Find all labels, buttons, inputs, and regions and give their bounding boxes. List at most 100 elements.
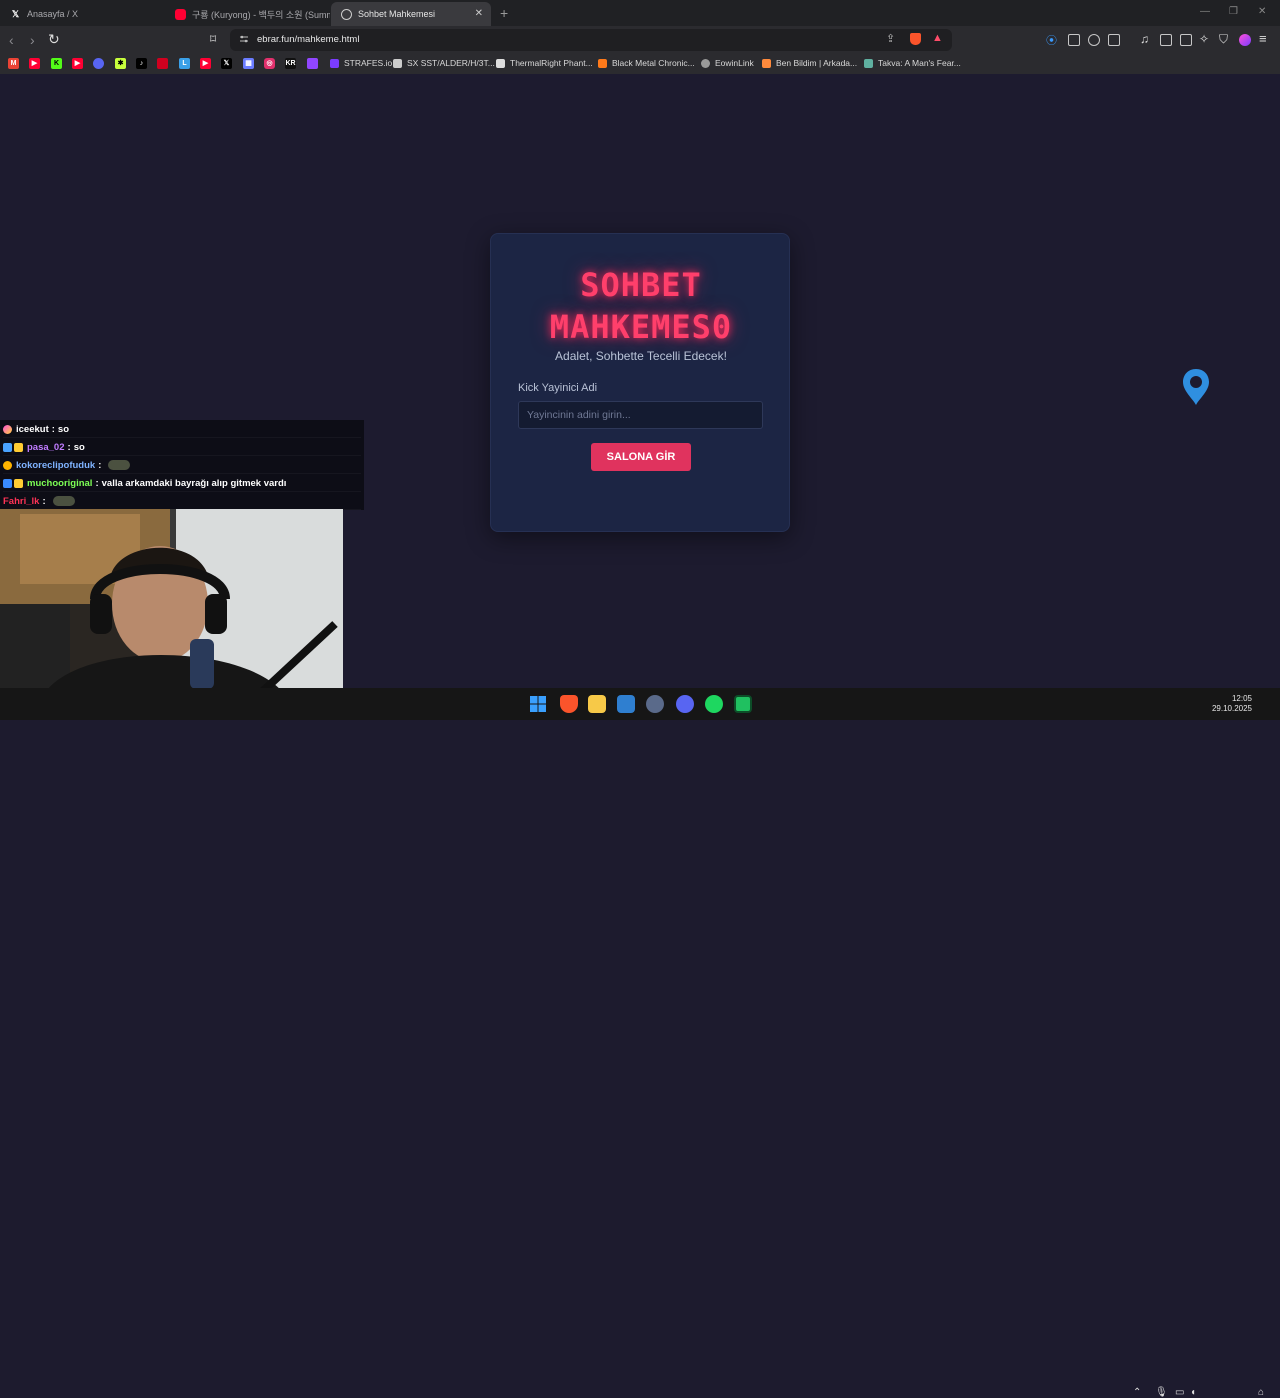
tab-youtube[interactable]: 구룡 (Kuryong) - 백두의 소원 (Summ xyxy=(165,2,330,26)
youtube-bookmark-icon[interactable]: ▶ xyxy=(29,58,40,69)
bookmark-strafes[interactable]: STRAFES.io xyxy=(330,58,392,68)
microphone-icon[interactable]: 🎙︎ xyxy=(1155,1387,1168,1398)
chat-message: kokoreclipofuduk : xyxy=(3,457,361,474)
extension-1-icon[interactable] xyxy=(1068,34,1080,46)
file-explorer-icon[interactable] xyxy=(588,695,606,713)
settings-icon[interactable] xyxy=(646,695,664,713)
spotify-icon[interactable] xyxy=(705,695,723,713)
streamer-name-input[interactable] xyxy=(518,401,763,429)
badge-icon xyxy=(3,442,12,452)
wallet-signal-icon[interactable]: ⦿ xyxy=(1046,32,1057,48)
sidebar-icon[interactable] xyxy=(1160,34,1172,46)
back-icon[interactable]: ‹ xyxy=(9,32,14,48)
chat-username: kokoreclipofuduk xyxy=(16,459,96,471)
music-icon[interactable]: ♫ xyxy=(1140,32,1149,46)
instagram-icon[interactable]: ◎ xyxy=(264,58,275,69)
bookmark-page-icon xyxy=(393,58,402,68)
brave-rewards-icon[interactable]: ▲ xyxy=(932,32,943,44)
minimize-icon[interactable]: — xyxy=(1200,6,1210,17)
extension-2-icon[interactable] xyxy=(1108,34,1120,46)
bookmark-grid-icon[interactable]: ▦ xyxy=(243,58,254,69)
tab-sohbet-mahkemesi[interactable]: Sohbet Mahkemesi ✕ xyxy=(331,2,491,26)
chat-username: Fahri_lk xyxy=(3,495,40,507)
close-tab-icon[interactable]: ✕ xyxy=(475,8,483,19)
youtube-music-icon[interactable]: ▶ xyxy=(72,58,83,69)
chat-separator: : xyxy=(95,477,99,489)
bookmark-label: SX SST/ALDER/H/3T... xyxy=(407,58,495,68)
youtube-icon xyxy=(175,8,186,20)
share-icon[interactable]: ⇪ xyxy=(886,32,895,45)
chat-separator: : xyxy=(51,423,55,435)
close-window-icon[interactable]: ✕ xyxy=(1258,6,1266,17)
bookmark-red-icon[interactable] xyxy=(157,58,168,69)
tiktok-icon[interactable]: ♪ xyxy=(136,58,147,69)
leo-icon[interactable]: ✧ xyxy=(1199,32,1209,46)
notifications-icon[interactable]: ⌂ xyxy=(1258,1387,1264,1398)
chat-message: muchooriginal : valla arkamdaki bayrağı … xyxy=(3,475,361,492)
youtube-bookmark-2-icon[interactable]: ▶ xyxy=(200,58,211,69)
extensions-icon[interactable] xyxy=(1088,34,1100,46)
tray-chevron-icon[interactable]: ⌃ xyxy=(1133,1387,1141,1398)
title-line-1: SOHBET xyxy=(580,266,702,304)
chat-emote-icon xyxy=(108,460,131,470)
tab-x-home[interactable]: 𝕏 Anasayfa / X xyxy=(0,2,165,26)
clock-date: 29.10.2025 xyxy=(1211,704,1252,713)
strafes-icon xyxy=(330,58,339,68)
tab-label: 구룡 (Kuryong) - 백두의 소원 (Summ xyxy=(192,9,330,20)
windows-start-icon[interactable] xyxy=(529,695,547,713)
bookmark-sst[interactable]: SX SST/ALDER/H/3T... xyxy=(393,58,495,68)
bookmarks-bar: M ▶ K ▶ ✱ ♪ L ▶ 𝕏 ▦ ◎ KR STRAFES.io SX S… xyxy=(0,54,1280,74)
brave-shields-icon[interactable] xyxy=(910,33,921,45)
windows-taskbar: ⌃ 🎙︎ ▭ ◖ ⌂ xyxy=(0,688,1280,1398)
chat-separator: : xyxy=(98,459,102,471)
enter-room-button[interactable]: SALONA GİR xyxy=(591,443,691,471)
bookmark-l-icon[interactable]: L xyxy=(179,58,190,69)
bookmark-x-icon[interactable]: ✱ xyxy=(115,58,126,69)
webcam-overlay xyxy=(0,509,343,703)
gmail-icon[interactable]: M xyxy=(8,58,19,69)
bookmark-thermalright[interactable]: ThermalRight Phant... xyxy=(496,58,593,68)
bookmark-icon[interactable]: ⌑ xyxy=(210,32,216,46)
tab-label: Anasayfa / X xyxy=(27,9,79,19)
discord-icon[interactable] xyxy=(676,695,694,713)
bookmark-page-icon xyxy=(762,58,771,68)
forward-icon[interactable]: › xyxy=(30,32,35,48)
photos-icon[interactable] xyxy=(617,695,635,713)
vpn-icon[interactable]: ⛉ xyxy=(1219,32,1228,47)
bookmark-page-icon xyxy=(864,58,873,68)
kick-icon[interactable]: K xyxy=(51,58,62,69)
wallet-icon[interactable] xyxy=(1180,34,1192,46)
chat-username: iceekut xyxy=(16,423,49,435)
twitch-icon[interactable] xyxy=(307,58,318,69)
map-pin-icon[interactable] xyxy=(1181,367,1211,407)
streamer-name-label: Kick Yayinici Adi xyxy=(518,382,598,394)
address-bar[interactable]: ebrar.fun/mahkeme.html ⇪ ▲ xyxy=(230,29,952,51)
bookmark-black-metal[interactable]: Black Metal Chronic... xyxy=(598,58,695,68)
chat-username: pasa_02 xyxy=(27,441,65,453)
bookmark-takva[interactable]: Takva: A Man's Fear... xyxy=(864,58,961,68)
bookmark-kr-icon[interactable]: KR xyxy=(285,58,296,69)
profile-icon[interactable] xyxy=(1239,34,1251,46)
new-tab-button[interactable]: + xyxy=(500,5,508,21)
bookmark-eowinlink[interactable]: EowinLink xyxy=(701,58,754,68)
chat-text: so xyxy=(73,441,85,453)
obs-app-icon[interactable] xyxy=(734,695,752,713)
bookmark-label: EowinLink xyxy=(715,58,754,68)
crown-badge-icon xyxy=(14,442,23,452)
x-logo-icon: 𝕏 xyxy=(11,8,20,19)
app-bookmark-icon[interactable] xyxy=(93,58,104,69)
bookmark-label: STRAFES.io xyxy=(344,58,393,68)
x-bookmark-icon[interactable]: 𝕏 xyxy=(221,58,232,69)
bookmark-ben-bildim[interactable]: Ben Bildim | Arkada... xyxy=(762,58,857,68)
browser-tab-bar: 𝕏 Anasayfa / X 구룡 (Kuryong) - 백두의 소원 (Su… xyxy=(0,0,1280,26)
menu-icon[interactable]: ≡ xyxy=(1259,31,1267,46)
maximize-icon[interactable]: ❐ xyxy=(1229,6,1238,17)
tab-label: Sohbet Mahkemesi xyxy=(358,9,436,19)
reload-icon[interactable]: ↻ xyxy=(48,31,60,48)
site-settings-icon[interactable] xyxy=(239,34,249,44)
taskbar-clock[interactable]: 12:05 29.10.2025 xyxy=(1206,694,1252,714)
network-icon[interactable]: ▭ xyxy=(1175,1387,1184,1398)
chat-username: muchooriginal xyxy=(27,477,93,489)
volume-icon[interactable]: ◖ xyxy=(1190,1387,1196,1398)
brave-browser-icon[interactable] xyxy=(560,695,578,713)
